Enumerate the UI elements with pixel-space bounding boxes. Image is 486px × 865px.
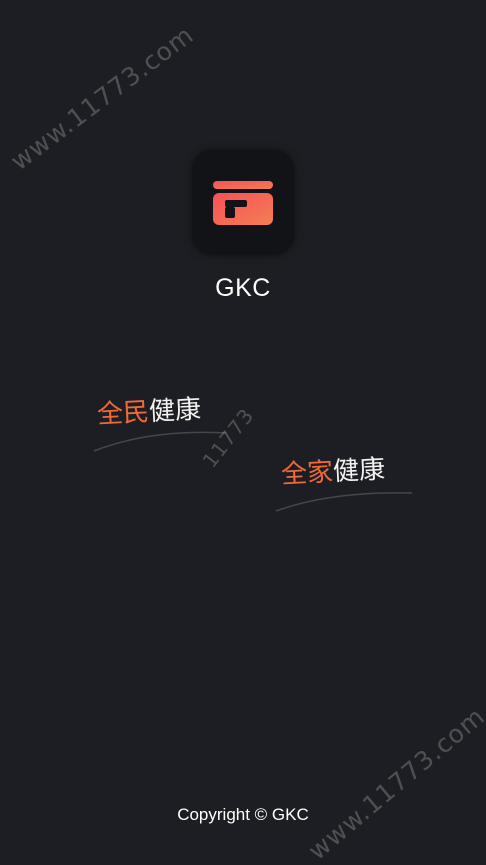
app-name: GKC xyxy=(215,274,271,302)
slogan-swoosh-2 xyxy=(275,492,413,512)
watermark-bottom: www.11773.com xyxy=(302,701,486,865)
splash-screen: www.11773.com 11773 www.11773.com GKC 全民… xyxy=(0,0,486,865)
slogan-accent-text: 全家 xyxy=(280,457,334,491)
watermark-top: www.11773.com xyxy=(5,19,200,177)
slogan-swoosh-1 xyxy=(93,431,227,452)
gkc-logo-icon xyxy=(213,181,273,225)
copyright-text: Copyright © GKC xyxy=(177,805,309,824)
slogan-family-health: 全家健康 xyxy=(280,449,386,491)
app-icon-tile xyxy=(192,150,294,255)
slogan-plain-text: 健康 xyxy=(332,454,386,488)
slogan-plain-text: 健康 xyxy=(148,394,202,428)
